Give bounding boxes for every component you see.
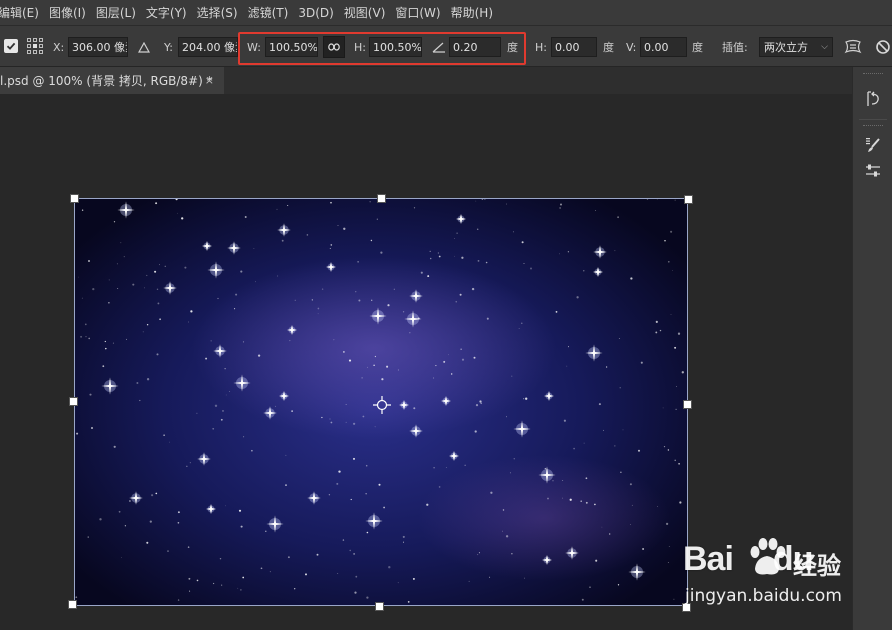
menu-window[interactable]: 窗口(W) <box>395 4 440 21</box>
interpolation-value: 两次立方 <box>764 41 808 54</box>
transform-handle-bottom-right[interactable] <box>682 603 691 612</box>
menu-view[interactable]: 视图(V) <box>344 4 386 21</box>
interpolation-label: 插值: <box>722 41 748 54</box>
y-field[interactable]: 204.00 像素 <box>178 37 238 57</box>
skew-h-field[interactable]: 0.00 <box>551 37 597 57</box>
document-tab-strip: l.psd @ 100% (背景 拷贝, RGB/8#) * × <box>0 67 852 94</box>
transform-handle-left[interactable] <box>69 397 78 406</box>
menu-bar: 编辑(E) 图像(I) 图层(L) 文字(Y) 选择(S) 滤镜(T) 3D(D… <box>0 0 892 25</box>
y-label: Y: <box>164 40 173 54</box>
height-field[interactable]: 100.50% <box>369 37 422 57</box>
skew-h-unit: 度 <box>603 41 614 54</box>
transform-handle-right[interactable] <box>683 400 692 409</box>
panel-grip[interactable] <box>863 73 883 76</box>
transform-handle-top-right[interactable] <box>684 195 693 204</box>
document-tab-title: l.psd @ 100% (背景 拷贝, RGB/8#) * <box>0 74 213 88</box>
skew-v-label: V: <box>626 40 637 54</box>
brush-settings-icon[interactable] <box>861 133 885 157</box>
panel-grip-2[interactable] <box>863 125 883 128</box>
skew-h-label: H: <box>535 40 547 54</box>
menu-help[interactable]: 帮助(H) <box>451 4 493 21</box>
transform-handle-top[interactable] <box>377 194 386 203</box>
transform-handle-top-left[interactable] <box>70 194 79 203</box>
panel-separator <box>859 119 887 120</box>
x-field[interactable]: 306.00 像素 <box>68 37 128 57</box>
angle-unit: 度 <box>507 41 518 54</box>
checkbox-icon[interactable] <box>4 39 18 53</box>
angle-icon <box>431 37 447 57</box>
menu-3d[interactable]: 3D(D) <box>298 6 333 20</box>
skew-v-unit: 度 <box>692 41 703 54</box>
h-label: H: <box>354 40 366 54</box>
width-field[interactable]: 100.50% <box>265 37 318 57</box>
menu-select[interactable]: 选择(S) <box>197 4 238 21</box>
menu-filter[interactable]: 滤镜(T) <box>248 4 289 21</box>
menu-type[interactable]: 文字(Y) <box>146 4 187 21</box>
angle-field[interactable]: 0.20 <box>449 37 501 57</box>
transform-handle-bottom[interactable] <box>375 602 384 611</box>
history-icon[interactable] <box>861 87 885 111</box>
delta-icon[interactable] <box>137 37 151 57</box>
menu-image[interactable]: 图像(I) <box>49 4 86 21</box>
warp-icon[interactable] <box>843 37 863 57</box>
close-icon[interactable]: × <box>205 74 214 87</box>
menu-edit[interactable]: 编辑(E) <box>0 4 39 21</box>
right-panel-dock <box>852 67 892 630</box>
menu-layer[interactable]: 图层(L) <box>96 4 136 21</box>
skew-v-field[interactable]: 0.00 <box>640 37 687 57</box>
x-label: X: <box>53 40 65 54</box>
adjustments-icon[interactable] <box>861 159 885 183</box>
reference-point-icon[interactable] <box>27 38 43 54</box>
transform-handle-bottom-left[interactable] <box>68 600 77 609</box>
link-icon[interactable] <box>323 36 345 58</box>
interpolation-select[interactable]: 两次立方 ⌵ <box>759 37 833 57</box>
cancel-icon[interactable] <box>874 37 892 57</box>
document-tab[interactable]: l.psd @ 100% (背景 拷贝, RGB/8#) * × <box>0 67 224 94</box>
w-label: W: <box>247 40 261 54</box>
reference-point-crosshair-icon[interactable] <box>373 396 391 414</box>
chevron-down-icon: ⌵ <box>821 42 828 52</box>
options-bar: X: 306.00 像素 Y: 204.00 像素 W: 100.50% H: … <box>0 25 892 67</box>
